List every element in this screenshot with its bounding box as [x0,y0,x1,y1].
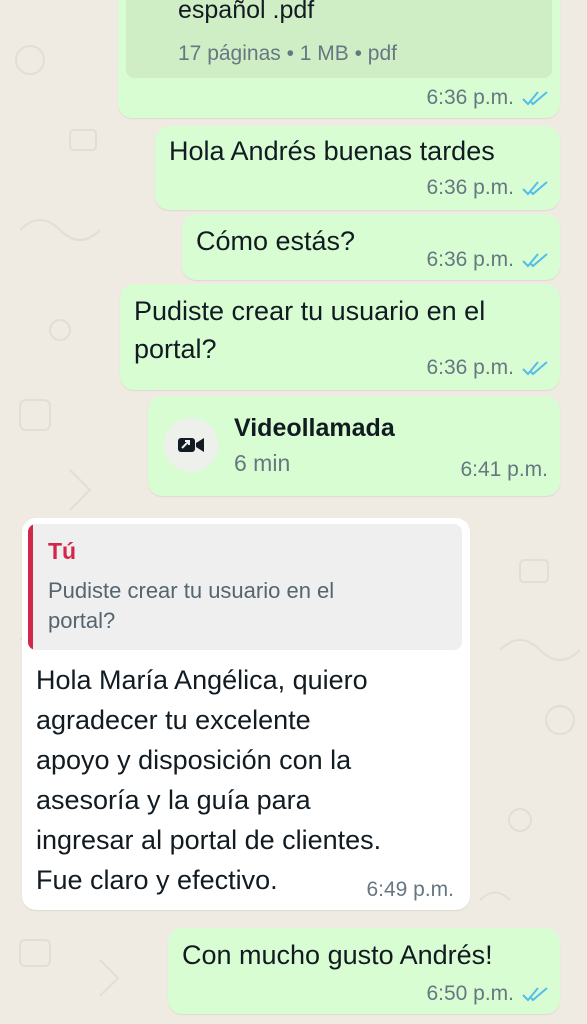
double-check-read-icon [522,987,548,1002]
message-meta: 6:36 p.m. [426,86,548,110]
video-call-icon [164,418,218,472]
message-text: Cómo estás? [196,226,356,256]
double-check-read-icon [522,181,548,196]
document-message[interactable]: español .pdf 17 páginas • 1 MB • pdf 6:3… [118,0,560,118]
document-file-name: español .pdf [178,0,315,24]
message-meta: 6:36 p.m. [426,248,548,272]
document-file-info: 17 páginas • 1 MB • pdf [178,42,398,65]
quote-text: Pudiste crear tu usuario en el portal? [48,578,335,633]
call-duration: 6 min [234,450,291,476]
outgoing-message[interactable]: Pudiste crear tu usuario en el portal? 6… [120,284,560,390]
message-time: 6:36 p.m. [426,356,514,379]
outgoing-message[interactable]: Cómo estás? 6:36 p.m. [182,214,560,280]
message-time: 6:36 p.m. [426,86,514,109]
double-check-read-icon [522,361,548,376]
message-time: 6:36 p.m. [426,248,514,271]
double-check-read-icon [522,91,548,106]
message-text: Con mucho gusto Andrés! [182,940,493,970]
message-text: Hola María Angélica, quiero agradecer tu… [36,665,382,895]
message-meta: 6:41 p.m. [460,458,548,482]
message-meta: 6:50 p.m. [426,982,548,1006]
message-text: Hola Andrés buenas tardes [169,136,495,166]
call-title: Videollamada [234,414,395,442]
document-preview[interactable]: español .pdf 17 páginas • 1 MB • pdf [126,0,552,78]
message-meta: 6:49 p.m. [366,878,454,902]
video-call-message[interactable]: Videollamada 6 min 6:41 p.m. [148,396,560,496]
quoted-message[interactable]: Tú Pudiste crear tu usuario en el portal… [28,524,462,650]
message-time: 6:49 p.m. [366,878,454,901]
message-meta: 6:36 p.m. [426,356,548,380]
outgoing-message[interactable]: Con mucho gusto Andrés! 6:50 p.m. [168,928,560,1014]
message-time: 6:50 p.m. [426,982,514,1005]
double-check-read-icon [522,253,548,268]
quote-accent-bar [28,524,33,650]
quote-author: Tú [48,538,77,564]
message-time: 6:41 p.m. [460,458,548,481]
outgoing-message[interactable]: Hola Andrés buenas tardes 6:36 p.m. [155,126,560,210]
incoming-reply-message[interactable]: Tú Pudiste crear tu usuario en el portal… [22,518,470,910]
message-time: 6:36 p.m. [426,176,514,199]
message-meta: 6:36 p.m. [426,176,548,200]
